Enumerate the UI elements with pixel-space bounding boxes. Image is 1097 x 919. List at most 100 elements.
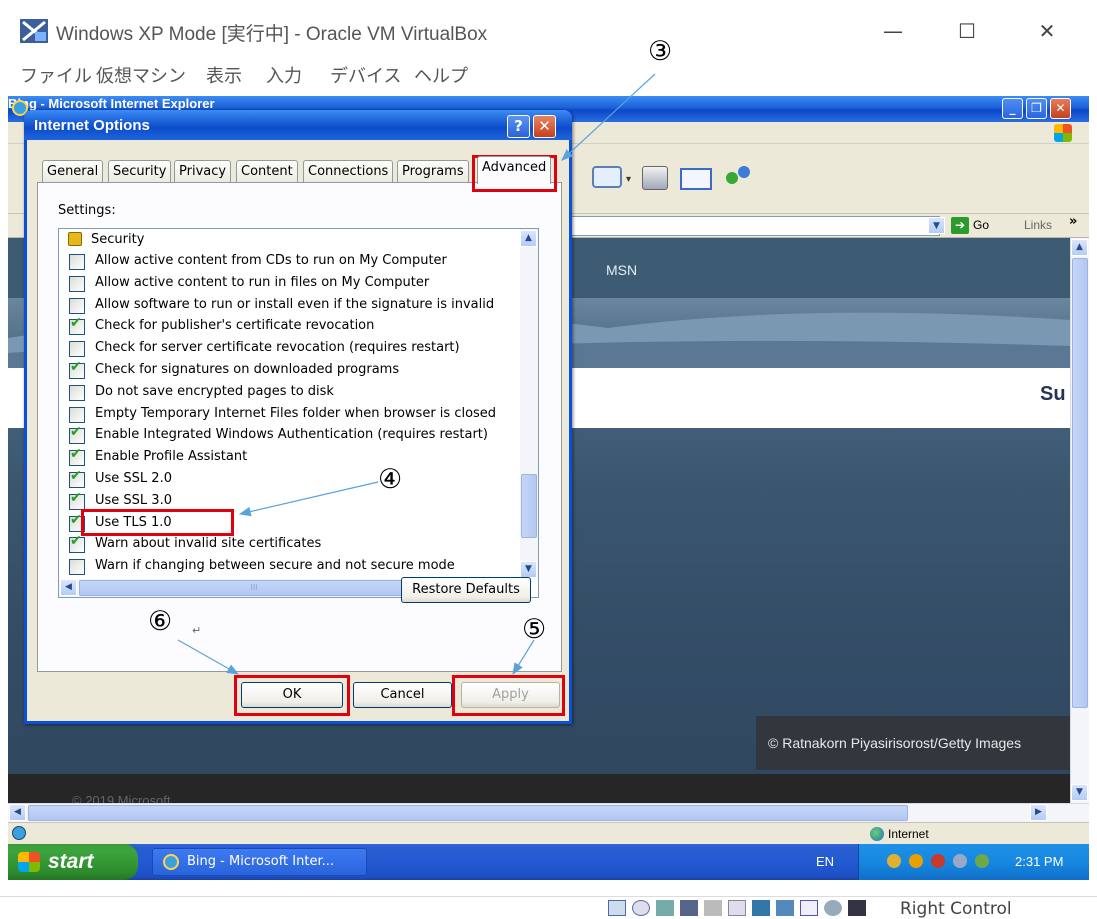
setting-item[interactable]: ✔ Warn about invalid site certificates: [59, 533, 519, 555]
keyboard-capture-status-icon[interactable]: [848, 900, 866, 916]
setting-item[interactable]: Empty Temporary Internet Files folder wh…: [59, 404, 519, 425]
scroll-up-icon[interactable]: ▲: [1071, 239, 1088, 256]
msn-link[interactable]: MSN: [606, 262, 637, 278]
setting-item[interactable]: Warn if changing between secure and not …: [59, 556, 519, 577]
ie-minimize-button[interactable]: _: [1002, 98, 1023, 119]
display-status-icon[interactable]: [752, 900, 770, 916]
minimize-button[interactable]: —: [870, 14, 916, 48]
go-button[interactable]: Go: [973, 218, 989, 232]
checkmark-icon: ✔: [70, 533, 82, 550]
checkbox-unchecked[interactable]: [69, 559, 85, 576]
help-button[interactable]: ?: [507, 115, 530, 138]
scroll-right-icon[interactable]: ▶: [1030, 804, 1047, 821]
internet-options-dialog[interactable]: Internet Options ? ✕ General Security Pr…: [24, 110, 572, 724]
vertical-scroll-thumb[interactable]: [1072, 258, 1088, 708]
address-dropdown-icon[interactable]: ▼: [928, 217, 945, 234]
copyright-text: © 2019 Microsoft: [72, 793, 171, 803]
dialog-close-button[interactable]: ✕: [533, 115, 556, 138]
setting-item[interactable]: Allow active content from CDs to run on …: [59, 251, 519, 272]
audio-status-icon[interactable]: [656, 900, 674, 916]
safely-remove-tray-icon[interactable]: [975, 854, 989, 868]
checkbox-unchecked[interactable]: [69, 384, 85, 401]
setting-item[interactable]: Do not save encrypted pages to disk: [59, 382, 519, 403]
menu-machine[interactable]: 仮想マシン: [96, 62, 186, 88]
menu-devices[interactable]: デバイス: [330, 62, 401, 88]
setting-item[interactable]: Allow software to run or install even if…: [59, 295, 519, 316]
security-section-header: Security: [59, 230, 519, 251]
maximize-button[interactable]: ☐: [944, 14, 990, 48]
tab-programs[interactable]: Programs: [397, 160, 469, 182]
dialog-titlebar[interactable]: Internet Options ? ✕: [24, 110, 572, 140]
page-vertical-scrollbar[interactable]: ▲ ▼: [1070, 238, 1089, 803]
scroll-left-icon[interactable]: ◀: [9, 804, 26, 821]
close-button[interactable]: ✕: [1024, 14, 1070, 48]
settings-vertical-thumb[interactable]: [521, 474, 537, 538]
tab-privacy[interactable]: Privacy: [174, 160, 232, 182]
print-icon[interactable]: [642, 166, 668, 190]
ie-status-bar: Internet: [8, 822, 1089, 844]
address-input[interactable]: [568, 216, 940, 236]
ie-close-button[interactable]: ✕: [1050, 98, 1071, 119]
menu-view[interactable]: 表示: [206, 62, 242, 88]
settings-scroll-down-icon[interactable]: ▼: [520, 561, 537, 578]
tab-general[interactable]: General: [42, 160, 104, 182]
security-alert-tray-icon[interactable]: [931, 854, 945, 868]
settings-horizontal-thumb[interactable]: III: [79, 580, 429, 596]
edit-icon[interactable]: [680, 168, 712, 190]
mail-dropdown-icon[interactable]: ▾: [626, 174, 631, 185]
setting-item[interactable]: ✔ Use SSL 2.0: [59, 468, 519, 490]
setting-label: Allow software to run or install even if…: [95, 296, 495, 312]
setting-item[interactable]: Allow active content to run in files on …: [59, 273, 519, 294]
settings-label: Settings:: [58, 203, 116, 218]
settings-scroll-up-icon[interactable]: ▲: [520, 230, 537, 247]
links-label[interactable]: Links: [1024, 218, 1052, 232]
menu-file[interactable]: ファイル: [20, 62, 92, 88]
settings-vertical-scrollbar[interactable]: ▲ ▼: [520, 229, 538, 579]
restore-defaults-button[interactable]: Restore Defaults: [401, 577, 531, 603]
taskbar-item-ie[interactable]: Bing - Microsoft Inter...: [152, 848, 367, 876]
network-tray-icon[interactable]: [887, 854, 901, 868]
tab-content[interactable]: Content: [236, 160, 298, 182]
settings-scroll-left-icon[interactable]: ◀: [60, 579, 77, 596]
virtualization-status-icon[interactable]: [800, 900, 818, 916]
recording-status-icon[interactable]: [776, 900, 794, 916]
shared-folder-status-icon[interactable]: [728, 900, 746, 916]
setting-label: Check for publisher's certificate revoca…: [95, 318, 375, 334]
tab-advanced[interactable]: Advanced: [477, 156, 552, 184]
cancel-button[interactable]: Cancel: [353, 682, 452, 708]
links-chevron-icon[interactable]: »: [1069, 214, 1077, 229]
setting-item[interactable]: ✔ Check for publisher's certificate revoc…: [59, 315, 519, 337]
menu-help[interactable]: ヘルプ: [414, 62, 468, 88]
sound-tray-icon[interactable]: [953, 854, 967, 868]
settings-list[interactable]: Security Allow active content from CDs t…: [58, 228, 539, 598]
tab-security[interactable]: Security: [108, 160, 172, 182]
checkbox-unchecked[interactable]: [69, 254, 85, 270]
checkbox-unchecked[interactable]: [69, 341, 85, 358]
clock[interactable]: 2:31 PM: [1015, 854, 1063, 869]
horizontal-scroll-thumb[interactable]: [28, 805, 908, 821]
menu-input[interactable]: 入力: [266, 62, 302, 88]
setting-label: Allow active content from CDs to run on …: [95, 253, 447, 268]
scroll-down-icon[interactable]: ▼: [1071, 784, 1088, 801]
go-arrow-icon[interactable]: ➔: [951, 217, 969, 234]
checkbox-unchecked[interactable]: [69, 297, 85, 314]
checkbox-unchecked[interactable]: [69, 406, 85, 423]
language-indicator[interactable]: EN: [816, 854, 834, 869]
optical-status-icon[interactable]: [632, 900, 650, 916]
shield-tray-icon[interactable]: [909, 854, 923, 868]
tab-connections[interactable]: Connections: [303, 160, 394, 182]
setting-item[interactable]: Check for server certificate revocation …: [59, 338, 519, 359]
checkbox-unchecked[interactable]: [69, 275, 85, 292]
messenger-icon[interactable]: [724, 164, 754, 190]
host-key-label: Right Control: [900, 899, 1012, 919]
ie-restore-button[interactable]: ❐: [1026, 98, 1047, 119]
usb-status-icon[interactable]: [704, 900, 722, 916]
page-horizontal-scrollbar[interactable]: ◀ ▶: [8, 803, 1089, 822]
storage-status-icon[interactable]: [608, 900, 626, 916]
setting-item[interactable]: ✔ Enable Profile Assistant: [59, 446, 519, 468]
mouse-integration-status-icon[interactable]: [824, 900, 842, 916]
mail-icon[interactable]: [592, 166, 622, 188]
network-status-icon[interactable]: [680, 900, 698, 916]
setting-item[interactable]: ✔ Check for signatures on downloaded prog…: [59, 359, 519, 381]
setting-item[interactable]: ✔ Enable Integrated Windows Authenticatio…: [59, 424, 519, 446]
